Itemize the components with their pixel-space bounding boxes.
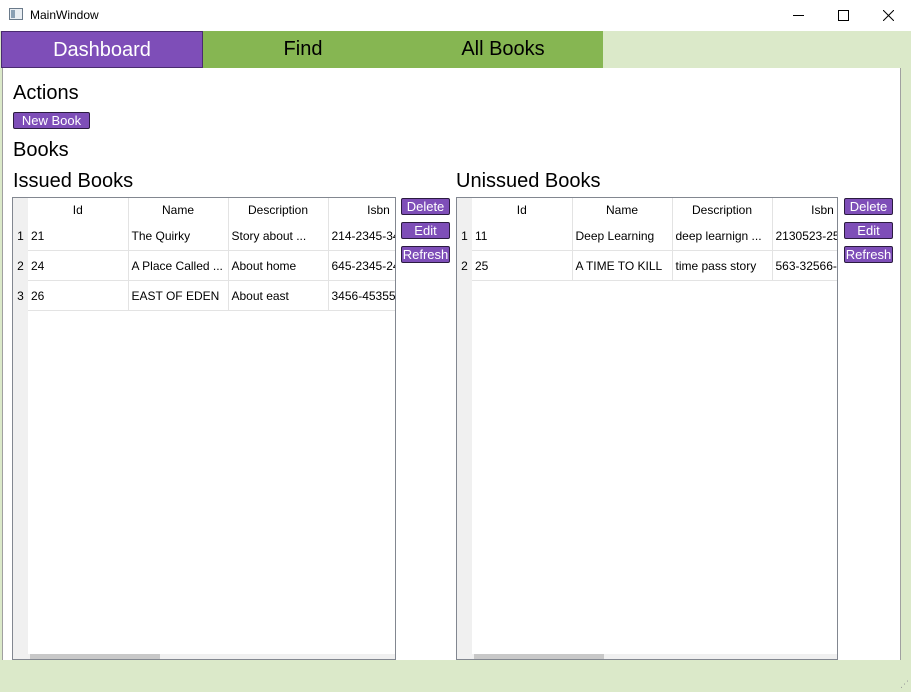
corner-header	[457, 198, 472, 221]
row-number: 3	[13, 280, 28, 311]
window-title: MainWindow	[30, 8, 99, 22]
table-row[interactable]: 1 21 The Quirky Story about ... 214-2345…	[13, 221, 395, 251]
cell-name[interactable]: A Place Called ...	[128, 250, 229, 281]
cell-description[interactable]: time pass story	[672, 250, 773, 281]
row-number: 2	[457, 250, 472, 281]
issued-books-heading: Issued Books	[13, 170, 134, 192]
title-bar[interactable]: MainWindow	[0, 0, 911, 31]
row-number: 1	[457, 221, 472, 251]
cell-isbn[interactable]: 3456-45355-	[328, 280, 395, 311]
cell-description[interactable]: About home	[228, 250, 329, 281]
cell-name[interactable]: A TIME TO KILL	[572, 250, 673, 281]
unissued-delete-button[interactable]: Delete	[844, 198, 893, 215]
column-header-row: Id Name Description Isbn	[13, 198, 395, 221]
maximize-icon	[838, 10, 849, 21]
column-header-description[interactable]: Description	[228, 198, 329, 221]
close-icon	[883, 10, 894, 21]
status-bar: ⋰	[0, 660, 911, 692]
minimize-icon	[793, 15, 804, 16]
cell-name[interactable]: Deep Learning	[572, 221, 673, 251]
table-row[interactable]: 3 26 EAST OF EDEN About east 3456-45355-	[13, 280, 395, 311]
unissued-books-heading: Unissued Books	[456, 170, 601, 192]
minimize-button[interactable]	[775, 0, 821, 31]
cell-id[interactable]: 26	[28, 280, 129, 311]
table-row[interactable]: 2 25 A TIME TO KILL time pass story 563-…	[457, 250, 837, 281]
column-header-isbn[interactable]: Isbn	[772, 198, 837, 221]
cell-id[interactable]: 25	[472, 250, 573, 281]
books-heading: Books	[13, 139, 69, 161]
horizontal-scrollbar[interactable]	[28, 654, 395, 659]
dashboard-panel: Actions New Book Books Issued Books Id N…	[2, 68, 901, 660]
app-window-icon	[9, 8, 23, 20]
maximize-button[interactable]	[820, 0, 866, 31]
cell-isbn[interactable]: 645-2345-24	[328, 250, 395, 281]
cell-name[interactable]: EAST OF EDEN	[128, 280, 229, 311]
column-header-id[interactable]: Id	[28, 198, 129, 221]
horizontal-scrollbar[interactable]	[472, 654, 837, 659]
issued-books-grid[interactable]: Id Name Description Isbn 1 21 The Quirky…	[12, 197, 396, 660]
tab-all-books[interactable]: All Books	[403, 31, 603, 68]
issued-delete-button[interactable]: Delete	[401, 198, 450, 215]
tab-find[interactable]: Find	[203, 31, 403, 68]
cell-description[interactable]: About east	[228, 280, 329, 311]
cell-isbn[interactable]: 563-32566-2	[772, 250, 837, 281]
row-number: 1	[13, 221, 28, 251]
cell-isbn[interactable]: 2130523-25-	[772, 221, 837, 251]
cell-name[interactable]: The Quirky	[128, 221, 229, 251]
issued-edit-button[interactable]: Edit	[401, 222, 450, 239]
cell-id[interactable]: 11	[472, 221, 573, 251]
cell-isbn[interactable]: 214-2345-34	[328, 221, 395, 251]
unissued-edit-button[interactable]: Edit	[844, 222, 893, 239]
close-button[interactable]	[865, 0, 911, 31]
unissued-books-grid[interactable]: Id Name Description Isbn 1 11 Deep Learn…	[456, 197, 838, 660]
issued-refresh-button[interactable]: Refresh	[401, 246, 450, 263]
column-header-name[interactable]: Name	[572, 198, 673, 221]
corner-header	[13, 198, 28, 221]
table-row[interactable]: 1 11 Deep Learning deep learnign ... 213…	[457, 221, 837, 251]
cell-id[interactable]: 24	[28, 250, 129, 281]
cell-description[interactable]: deep learnign ...	[672, 221, 773, 251]
scrollbar-thumb[interactable]	[474, 654, 604, 659]
cell-description[interactable]: Story about ...	[228, 221, 329, 251]
column-header-name[interactable]: Name	[128, 198, 229, 221]
column-header-isbn[interactable]: Isbn	[328, 198, 395, 221]
column-header-description[interactable]: Description	[672, 198, 773, 221]
column-header-id[interactable]: Id	[472, 198, 573, 221]
column-header-row: Id Name Description Isbn	[457, 198, 837, 221]
tab-bar: Dashboard Find All Books	[0, 31, 911, 68]
resize-grip-icon[interactable]: ⋰	[900, 679, 909, 690]
cell-id[interactable]: 21	[28, 221, 129, 251]
row-number: 2	[13, 250, 28, 281]
new-book-button[interactable]: New Book	[13, 112, 90, 129]
main-window: MainWindow Dashboard Find All Books Acti…	[0, 0, 911, 692]
scrollbar-thumb[interactable]	[30, 654, 160, 659]
actions-heading: Actions	[13, 82, 79, 104]
tab-dashboard[interactable]: Dashboard	[1, 31, 203, 68]
unissued-refresh-button[interactable]: Refresh	[844, 246, 893, 263]
table-row[interactable]: 2 24 A Place Called ... About home 645-2…	[13, 250, 395, 281]
